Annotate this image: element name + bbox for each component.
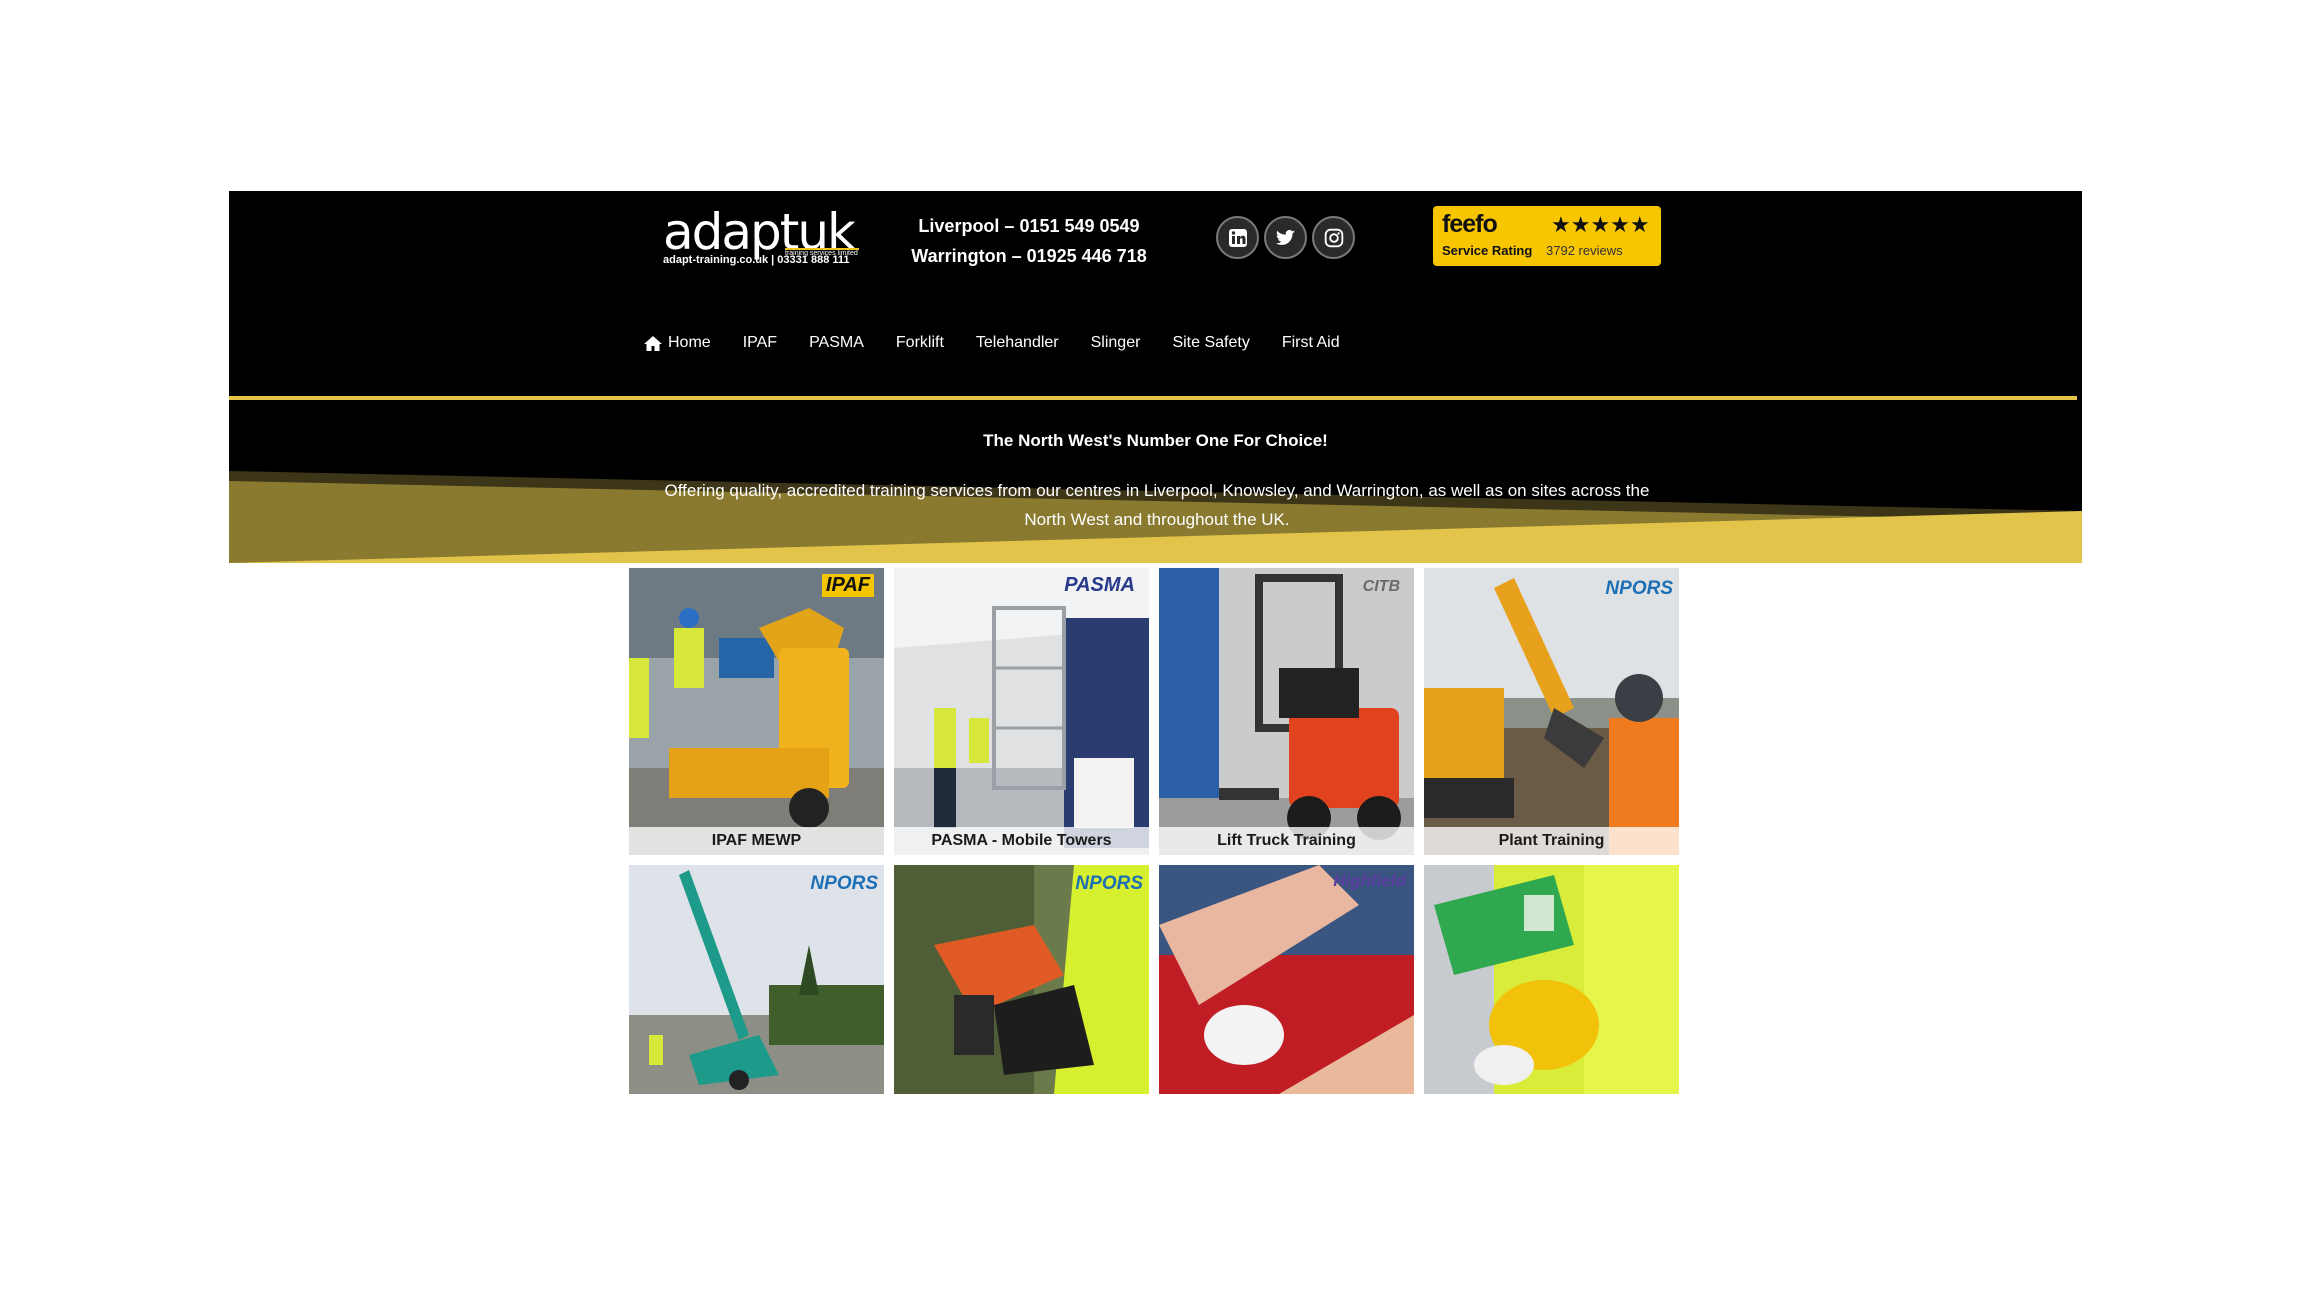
tile-ipaf-mewp[interactable]: IPAF IPAF MEWP [629, 568, 884, 855]
contact-numbers: Liverpool – 0151 549 0549 Warrington – 0… [899, 211, 1159, 271]
nav-item-site-safety[interactable]: Site Safety [1172, 334, 1249, 352]
tile-plant-training[interactable]: NPORS Plant Training [1424, 568, 1679, 855]
tile-first-aid[interactable]: Highfield [1159, 865, 1414, 1094]
site-header: adaptuk training services limited adapt-… [229, 191, 2082, 563]
nav-item-slinger[interactable]: Slinger [1091, 334, 1141, 352]
ipaf-logo: IPAF [821, 574, 874, 597]
tile-caption: PASMA - Mobile Towers [894, 827, 1149, 855]
forklift-photo [1159, 568, 1414, 855]
cpr-photo [1159, 865, 1414, 1094]
tile-site-safety[interactable] [1424, 865, 1679, 1094]
nav-item-pasma[interactable]: PASMA [809, 334, 864, 352]
npors-logo: NPORS [810, 873, 878, 894]
star-rating-icon: ★★★★★ [1551, 212, 1650, 237]
nav-divider [229, 396, 2077, 400]
linkedin-button[interactable] [1216, 216, 1259, 259]
instagram-icon [1324, 228, 1343, 247]
feefo-logo: feefo [1442, 210, 1498, 238]
tile-caption: Plant Training [1424, 827, 1679, 855]
hero-title: The North West's Number One For Choice! [983, 431, 1328, 450]
hero-description: Offering quality, accredited training se… [664, 481, 1650, 529]
social-links [1216, 216, 1355, 259]
excavator-photo [1424, 568, 1679, 855]
nav-item-label: Home [668, 334, 711, 351]
tile-lift-truck[interactable]: CITB Lift Truck Training [1159, 568, 1414, 855]
linkedin-icon [1228, 228, 1247, 247]
phone-liverpool[interactable]: Liverpool – 0151 549 0549 [899, 211, 1159, 241]
logo-url-phone: adapt-training.co.uk | 03331 888 111 [663, 254, 850, 266]
brand-logo[interactable]: adaptuk training services limited adapt-… [663, 204, 863, 284]
feefo-rating-badge[interactable]: feefo ★★★★★ Service Rating 3792 reviews [1433, 206, 1661, 266]
nav-item-home[interactable]: Home [643, 334, 711, 352]
nav-item-first-aid[interactable]: First Aid [1282, 334, 1340, 352]
cscs-card-photo [1424, 865, 1679, 1094]
tile-caption: IPAF MEWP [629, 827, 884, 855]
pasma-logo: PASMA [1064, 574, 1135, 596]
citb-logo: CITB [1362, 578, 1400, 595]
npors-logo: NPORS [1075, 873, 1143, 894]
nav-item-telehandler[interactable]: Telehandler [976, 334, 1059, 352]
page: adaptuk training services limited adapt-… [0, 0, 2300, 1292]
ipaf-mewp-photo [629, 568, 884, 855]
feefo-review-count: 3792 reviews [1546, 243, 1623, 258]
main-nav: Home IPAF PASMA Forklift Telehandler Sli… [643, 328, 1372, 358]
tile-nail-gun[interactable]: NPORS [894, 865, 1149, 1094]
npors-logo: NPORS [1605, 578, 1673, 599]
crane-photo [629, 865, 884, 1094]
nav-item-forklift[interactable]: Forklift [896, 334, 944, 352]
tile-caption: Lift Truck Training [1159, 827, 1414, 855]
phone-warrington[interactable]: Warrington – 01925 446 718 [899, 241, 1159, 271]
twitter-button[interactable] [1264, 216, 1307, 259]
twitter-icon [1275, 229, 1295, 245]
feefo-rating-label: Service Rating [1442, 243, 1533, 258]
home-icon [644, 335, 662, 351]
tile-crane[interactable]: NPORS [629, 865, 884, 1094]
pasma-tower-photo [894, 568, 1149, 855]
tile-pasma[interactable]: PASMA PASMA - Mobile Towers [894, 568, 1149, 855]
highfield-logo: Highfield [1333, 871, 1406, 890]
nail-gun-photo [894, 865, 1149, 1094]
instagram-button[interactable] [1312, 216, 1355, 259]
nav-item-ipaf[interactable]: IPAF [743, 334, 777, 352]
